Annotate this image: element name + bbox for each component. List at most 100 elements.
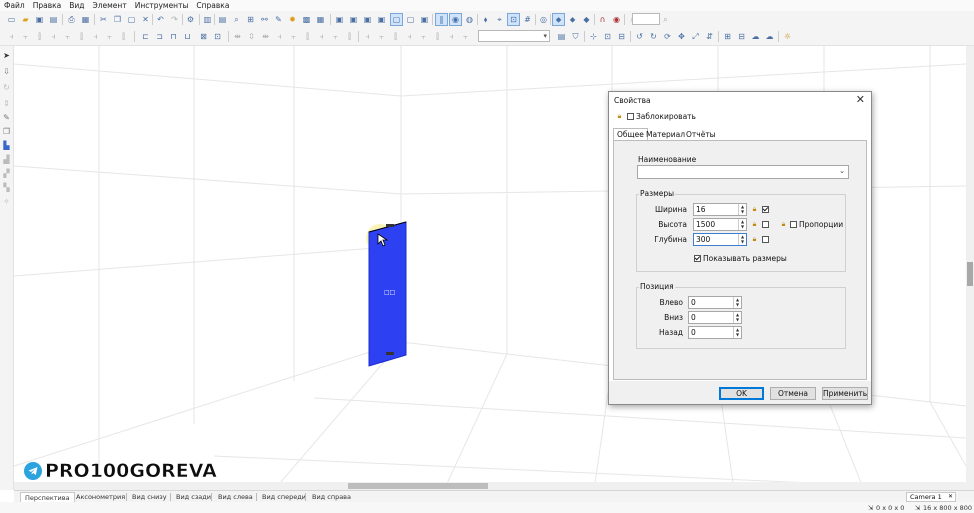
menu-view[interactable]: Вид	[65, 0, 88, 11]
diamond-icon[interactable]: ◆	[581, 14, 592, 25]
tab-view-left[interactable]: Вид слева	[218, 492, 253, 502]
distribute-icon[interactable]: ⫞	[48, 31, 59, 42]
target-icon[interactable]: ◉	[611, 14, 622, 25]
tab-material[interactable]: Материал	[646, 130, 685, 140]
horizontal-scrollbar[interactable]	[14, 482, 966, 490]
paste-icon[interactable]: ▢	[126, 14, 137, 25]
tab-view-front[interactable]: Вид спереди	[262, 492, 306, 502]
dimension-icon[interactable]: ⌖	[494, 14, 505, 25]
height-checkbox[interactable]	[762, 221, 769, 228]
frame-icon[interactable]: ⊡	[602, 31, 613, 42]
rotate-left-icon[interactable]: ↺	[634, 31, 645, 42]
settings-icon[interactable]: ⚙	[185, 14, 196, 25]
height-input[interactable]: 1500 ▲ ▼	[693, 218, 747, 231]
tree-icon[interactable]: ⊞	[245, 14, 256, 25]
view-box-icon[interactable]: ▢	[390, 13, 403, 26]
search-icon[interactable]: ⌕	[231, 14, 242, 25]
view-wire-icon[interactable]: ◉	[449, 13, 462, 26]
tab-perspective[interactable]: Перспектива	[20, 492, 75, 502]
eye-icon[interactable]: ◎	[538, 14, 549, 25]
rotate-right-icon[interactable]: ↻	[648, 31, 659, 42]
sphere-icon[interactable]: ◍	[464, 14, 475, 25]
lock-icon[interactable]: 🔒︎	[750, 220, 759, 229]
width-input[interactable]: 16 ▲ ▼	[693, 203, 747, 216]
spin-down-icon[interactable]: ▼	[739, 209, 746, 214]
size-all5-icon[interactable]: ⫟	[460, 31, 471, 42]
cloud2-icon[interactable]: ☁	[764, 31, 775, 42]
flip-icon[interactable]: ⇵	[704, 31, 715, 42]
rotate-y-icon[interactable]: ⫟	[288, 31, 299, 42]
magic-tool-icon[interactable]: ✧	[1, 196, 12, 207]
align-bottom-icon[interactable]: ⫿	[76, 31, 87, 42]
place-bottom-icon[interactable]: ⊔	[182, 31, 193, 42]
move-tool-icon[interactable]: ⇩	[1, 66, 12, 77]
align-tool-icon[interactable]: ▟	[1, 154, 12, 165]
view-front-icon[interactable]: ▣	[334, 14, 345, 25]
zoom-combo[interactable]	[632, 13, 660, 25]
print-preview-icon[interactable]: ▦	[80, 14, 91, 25]
rotate-icon[interactable]: ⟳	[662, 31, 673, 42]
size-depth-icon[interactable]: ⫿	[390, 31, 401, 42]
place-right-icon[interactable]: ⊐	[154, 31, 165, 42]
back-input[interactable]: 0 ▲ ▼	[688, 326, 742, 339]
report-icon[interactable]: ▤	[217, 14, 228, 25]
view-back-icon[interactable]: ▢	[405, 14, 416, 25]
align-icon[interactable]: ⬥	[567, 14, 578, 25]
align-middle-icon[interactable]: ⫞	[90, 31, 101, 42]
place-top-icon[interactable]: ⊓	[168, 31, 179, 42]
align-depth-icon[interactable]: ⫟	[104, 31, 115, 42]
save-icon[interactable]: ▣	[34, 14, 45, 25]
pin-icon[interactable]: ⬥	[552, 13, 565, 26]
size-all2-icon[interactable]: ⫟	[418, 31, 429, 42]
zoom-fit-icon[interactable]: ⌕	[660, 14, 671, 25]
align-top-icon[interactable]: ⫟	[62, 31, 73, 42]
snap-icon[interactable]: ⊡	[507, 13, 520, 26]
camera-tab[interactable]: Camera 1 ✕	[906, 492, 956, 502]
menu-file[interactable]: Файл	[0, 0, 29, 11]
size-all-icon[interactable]: ⫞	[404, 31, 415, 42]
layer-lock-icon[interactable]: ⛉	[570, 31, 581, 42]
print-icon[interactable]: ⎙	[66, 14, 77, 25]
tab-view-back[interactable]: Вид сзади	[176, 492, 211, 502]
open-folder-icon[interactable]: ▰	[20, 14, 31, 25]
redo-icon[interactable]: ↷	[169, 14, 180, 25]
view-top-icon[interactable]: ▣	[348, 14, 359, 25]
place-front-icon[interactable]: ⊠	[198, 31, 209, 42]
align-center-icon[interactable]: ⫿	[34, 31, 45, 42]
close-icon[interactable]: ✕	[948, 493, 953, 501]
stack2-icon[interactable]: ⫟	[330, 31, 341, 42]
pointer-icon[interactable]: ➤	[1, 50, 12, 61]
pipette-icon[interactable]: ✎	[273, 14, 284, 25]
vertical-scroll-thumb[interactable]	[967, 262, 973, 286]
measure-tool-icon[interactable]: ▚	[1, 182, 12, 193]
lock-icon[interactable]: 🔒︎	[750, 235, 759, 244]
left-input[interactable]: 0 ▲ ▼	[688, 296, 742, 309]
magnet-icon[interactable]: ∩	[597, 14, 608, 25]
name-combo[interactable]: ⌄	[637, 165, 849, 179]
place-back-icon[interactable]: ⊡	[212, 31, 223, 42]
tab-general[interactable]: Общее	[613, 128, 648, 140]
size-width-icon[interactable]: ⫞	[362, 31, 373, 42]
cloud-icon[interactable]: ☁	[750, 31, 761, 42]
depth-checkbox[interactable]	[762, 236, 769, 243]
columns-icon[interactable]: ‖	[435, 13, 448, 26]
menu-help[interactable]: Справка	[192, 0, 233, 11]
align-left-icon[interactable]: ⫞	[6, 31, 17, 42]
stack3-icon[interactable]: ⫿	[344, 31, 355, 42]
spin-down-icon[interactable]: ▼	[739, 239, 746, 244]
explode-icon[interactable]: ⊹	[588, 31, 599, 42]
save-as-icon[interactable]: ▤	[48, 14, 59, 25]
rotate-z-icon[interactable]: ⫿	[302, 31, 313, 42]
tab-axonometry[interactable]: Аксонометрия	[76, 492, 125, 502]
cut-tool-icon[interactable]: ▞	[1, 168, 12, 179]
width-checkbox[interactable]	[762, 206, 769, 213]
tab-view-right[interactable]: Вид справа	[312, 492, 351, 502]
table-icon[interactable]: ▦	[315, 14, 326, 25]
cancel-button[interactable]: Отмена	[770, 387, 816, 400]
group-icon[interactable]: ⊞	[722, 31, 733, 42]
sun-icon[interactable]: ☼	[782, 31, 793, 42]
tab-reports[interactable]: Отчёты	[686, 130, 716, 140]
lock-icon[interactable]: 🔒︎	[750, 205, 759, 214]
menu-edit[interactable]: Правка	[29, 0, 66, 11]
panel-handle-top[interactable]	[386, 224, 394, 227]
